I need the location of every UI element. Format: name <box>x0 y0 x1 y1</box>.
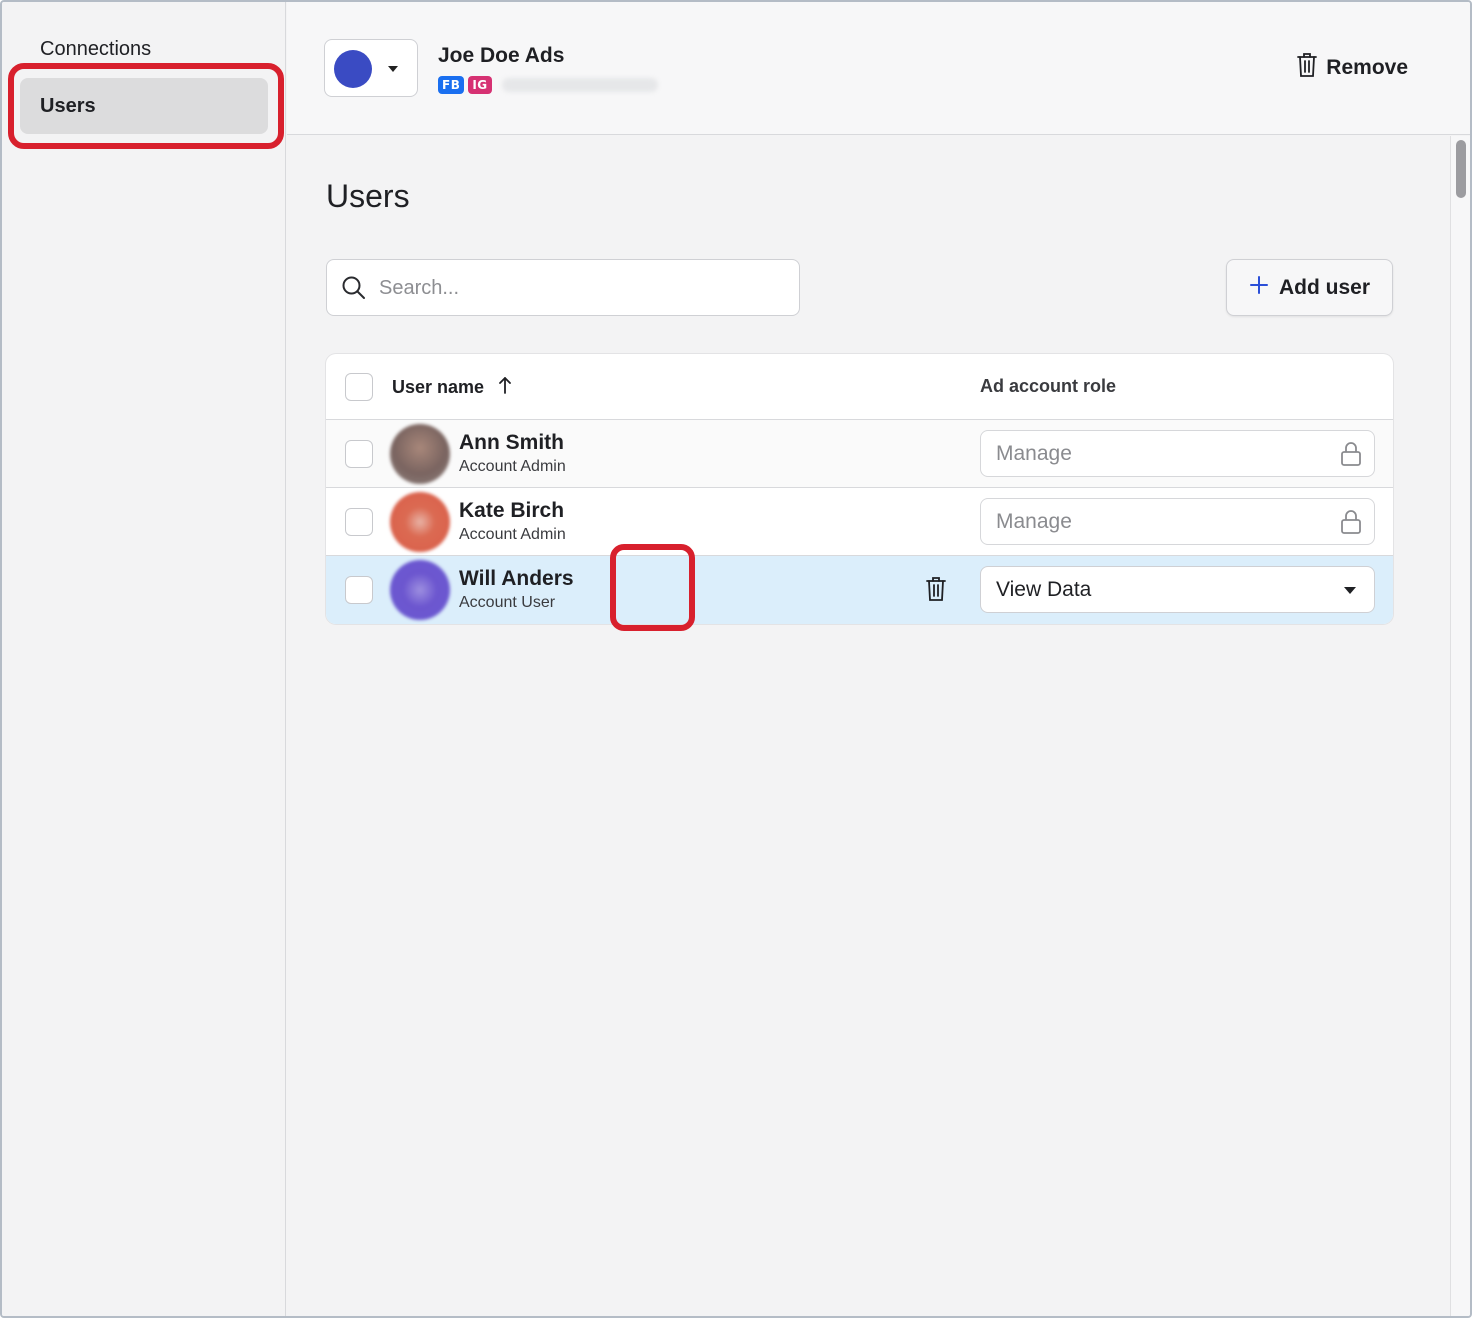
vertical-scrollbar[interactable] <box>1450 136 1470 1316</box>
sidebar-item-users[interactable]: Users <box>20 78 268 134</box>
sidebar-item-label: Connections <box>40 37 152 60</box>
scrollbar-thumb[interactable] <box>1456 140 1466 198</box>
ad-role-field-locked: Manage <box>980 430 1375 477</box>
search-icon <box>341 275 367 306</box>
avatar <box>390 424 450 484</box>
remove-label: Remove <box>1326 56 1408 79</box>
row-checkbox[interactable] <box>345 440 373 468</box>
remove-button[interactable]: Remove <box>1296 52 1408 84</box>
facebook-badge: FB <box>438 76 465 94</box>
redacted-account-id <box>501 78 658 92</box>
select-all-checkbox[interactable] <box>345 373 373 401</box>
row-checkbox[interactable] <box>345 508 373 536</box>
account-name: Joe Doe Ads <box>438 44 565 67</box>
plus-icon <box>1249 275 1269 301</box>
ad-role-select[interactable]: View Data <box>980 566 1375 613</box>
search-box[interactable] <box>326 259 800 316</box>
add-user-label: Add user <box>1278 275 1370 299</box>
sort-ascending-icon <box>498 376 512 399</box>
row-checkbox[interactable] <box>345 576 373 604</box>
platform-badges: FB IG <box>438 76 658 94</box>
ad-role-field-locked: Manage <box>980 498 1375 545</box>
trash-icon <box>1296 52 1318 84</box>
instagram-badge: IG <box>468 76 492 94</box>
user-account-role: Account User <box>459 594 556 611</box>
sidebar-item-connections[interactable]: Connections <box>20 22 268 76</box>
ad-role-value: Manage <box>996 509 1072 533</box>
user-name: Kate Birch <box>459 499 565 522</box>
caret-down-icon <box>388 66 398 72</box>
users-table: User name Ad account role Ann Smith Acco… <box>326 354 1393 624</box>
account-switcher[interactable] <box>324 39 418 97</box>
sidebar-item-label: Users <box>40 94 96 117</box>
add-user-button[interactable]: Add user <box>1226 259 1393 316</box>
ad-role-value: View Data <box>996 577 1092 601</box>
column-header-ad-account-role: Ad account role <box>980 376 1117 396</box>
avatar <box>390 560 450 620</box>
caret-down-icon <box>1344 587 1356 594</box>
sidebar: Connections Users <box>2 2 286 1316</box>
trash-icon <box>925 576 947 607</box>
app-window: Connections Users Joe Doe Ads FB IG Remo… <box>0 0 1472 1318</box>
column-header-label: User name <box>392 377 485 397</box>
table-row: Will Anders Account User View Data <box>326 556 1393 624</box>
table-row: Kate Birch Account Admin Manage <box>326 488 1393 556</box>
user-account-role: Account Admin <box>459 526 566 543</box>
lock-icon <box>1340 509 1362 541</box>
avatar <box>390 492 450 552</box>
account-avatar <box>334 50 372 88</box>
ad-role-value: Manage <box>996 441 1072 465</box>
account-header: Joe Doe Ads FB IG Remove <box>287 2 1470 135</box>
search-input[interactable] <box>379 268 779 308</box>
user-account-role: Account Admin <box>459 458 566 475</box>
column-header-user-name[interactable]: User name <box>392 376 512 399</box>
table-row: Ann Smith Account Admin Manage <box>326 420 1393 488</box>
delete-user-button[interactable] <box>916 572 956 610</box>
main-content: Users Add user U <box>287 136 1450 1316</box>
table-header: User name Ad account role <box>326 354 1393 420</box>
user-name: Ann Smith <box>459 431 564 454</box>
lock-icon <box>1340 441 1362 473</box>
user-name: Will Anders <box>459 567 574 590</box>
page-title: Users <box>326 178 410 214</box>
